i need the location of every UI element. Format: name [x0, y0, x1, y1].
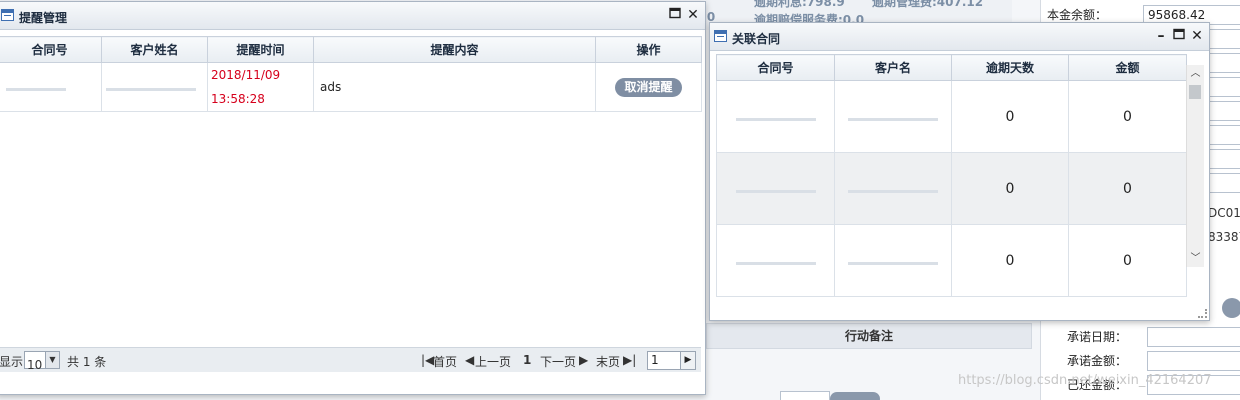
table-row[interactable]: 0 0 [716, 152, 1187, 225]
fragment-text: DC016 [1208, 206, 1240, 220]
vertical-scrollbar[interactable]: ︿ ﹀ [1186, 65, 1204, 267]
overdue-interest: 逾期利息:798.9 [754, 0, 845, 9]
action-cell: 取消提醒 [595, 62, 702, 112]
redacted-text [735, 189, 816, 193]
prev-page-icon[interactable]: ◀ [465, 353, 474, 367]
redacted-text [848, 261, 938, 265]
contract-no-cell [716, 224, 835, 297]
column-header[interactable]: 逾期天数 [951, 54, 1069, 81]
first-page-link[interactable]: 首页 [433, 353, 457, 370]
next-page-icon[interactable]: ▶ [579, 353, 588, 367]
window-icon [714, 30, 727, 42]
reminder-management-window: 提醒管理 ✕ 合同号 客户姓名 提醒时间 提醒内容 操作 2018/11/09 … [0, 1, 706, 395]
minimize-icon[interactable]: – [1154, 28, 1168, 44]
table-row[interactable]: 2018/11/09 13:58:28 ads 取消提醒 [0, 62, 702, 112]
overdue-days-cell: 0 [951, 224, 1069, 297]
overdue-fee: 逾期管理费:407.12 [872, 0, 984, 9]
redacted-text [735, 117, 816, 121]
reminder-date: 2018/11/09 [211, 68, 281, 82]
resize-grip-icon[interactable] [1198, 309, 1207, 318]
related-contract-table: 合同号 客户名 逾期天数 金额 0 0 0 0 0 0 [716, 54, 1187, 297]
column-header[interactable]: 合同号 [716, 54, 835, 81]
maximize-icon[interactable] [668, 7, 682, 23]
column-header[interactable]: 操作 [595, 36, 702, 63]
column-header[interactable]: 提醒内容 [313, 36, 596, 63]
total-count: 共 1 条 [67, 355, 107, 369]
window-title: 提醒管理 [19, 11, 68, 25]
chevron-down-icon[interactable]: ▼ [45, 352, 59, 368]
amount-cell: 0 [1068, 224, 1187, 297]
close-icon[interactable]: ✕ [686, 7, 700, 23]
current-page: 1 [523, 353, 532, 367]
reminder-time-cell: 2018/11/09 13:58:28 [207, 62, 314, 112]
related-contract-window: 关联合同 – ✕ 合同号 客户名 逾期天数 金额 0 0 0 0 0 0 ︿ ﹀ [709, 22, 1210, 321]
maximize-icon[interactable] [1172, 28, 1186, 44]
contract-no-cell [716, 80, 835, 153]
table-row[interactable]: 0 0 [716, 80, 1187, 153]
promise-date-label: 承诺日期： [1067, 330, 1128, 344]
contract-no-cell [0, 62, 102, 112]
show-label: 显示 [0, 355, 24, 369]
column-header[interactable]: 客户名 [834, 54, 952, 81]
go-page-icon[interactable]: ▶ [680, 351, 696, 370]
cancel-reminder-button[interactable]: 取消提醒 [615, 77, 682, 97]
column-header[interactable]: 提醒时间 [207, 36, 314, 63]
scroll-down-icon[interactable]: ﹀ [1187, 250, 1204, 267]
column-header[interactable]: 金额 [1068, 54, 1187, 81]
redacted-text [848, 117, 938, 121]
customer-name-cell [834, 224, 952, 297]
table-header-row: 合同号 客户姓名 提醒时间 提醒内容 操作 [0, 36, 702, 63]
next-page-link[interactable]: 下一页 [540, 353, 576, 370]
scroll-up-icon[interactable]: ︿ [1187, 65, 1204, 82]
scroll-thumb[interactable] [1189, 85, 1201, 99]
amount-cell: 0 [1068, 152, 1187, 225]
page-size-value: 10 [27, 358, 43, 372]
last-page-link[interactable]: 末页 [596, 353, 620, 370]
reminder-time: 13:58:28 [211, 92, 265, 106]
customer-name-cell [834, 80, 952, 153]
contract-no-cell [716, 152, 835, 225]
background-button[interactable] [830, 392, 880, 400]
watermark: https://blog.csdn.net/weixin_42164207 [958, 373, 1212, 388]
window-title: 关联合同 [732, 32, 781, 46]
promise-amount-label: 承诺金额： [1067, 354, 1128, 368]
redacted-text [848, 189, 938, 193]
last-page-icon[interactable]: ▶| [623, 353, 636, 367]
table-row[interactable]: 0 0 [716, 224, 1187, 297]
action-notes-header: 行动备注 [706, 323, 1032, 349]
reminder-content-cell: ads [313, 62, 596, 112]
window-icon [1, 9, 14, 21]
reminder-table: 合同号 客户姓名 提醒时间 提醒内容 操作 2018/11/09 13:58:2… [0, 36, 702, 112]
pagination-bar: 显示 10 ▼ 共 1 条 |◀ 首页 ◀ 上一页 1 下一页 ▶ 末页 ▶| … [0, 347, 701, 372]
redacted-text [106, 88, 196, 91]
window-titlebar[interactable]: 提醒管理 ✕ [0, 2, 705, 30]
overdue-days-cell: 0 [951, 80, 1069, 153]
fragment-text: 83387 [1208, 230, 1240, 244]
column-header[interactable]: 客户姓名 [101, 36, 208, 63]
window-titlebar[interactable]: 关联合同 – ✕ [710, 23, 1209, 51]
redacted-text [735, 261, 816, 265]
column-header[interactable]: 合同号 [0, 36, 102, 63]
background-round-button[interactable] [1222, 298, 1240, 318]
promise-amount-field[interactable] [1147, 351, 1240, 371]
promise-date-field[interactable] [1147, 327, 1240, 347]
overdue-days-cell: 0 [951, 152, 1069, 225]
redacted-text [6, 88, 66, 91]
prev-page-link[interactable]: 上一页 [475, 353, 511, 370]
customer-name-cell [101, 62, 208, 112]
background-input[interactable] [780, 391, 830, 400]
amount-cell: 0 [1068, 80, 1187, 153]
close-icon[interactable]: ✕ [1190, 28, 1204, 44]
page-number-input[interactable]: 1 [647, 351, 681, 370]
customer-name-cell [834, 152, 952, 225]
page-size-select[interactable]: 10 ▼ [24, 351, 60, 372]
table-header-row: 合同号 客户名 逾期天数 金额 [716, 54, 1187, 81]
